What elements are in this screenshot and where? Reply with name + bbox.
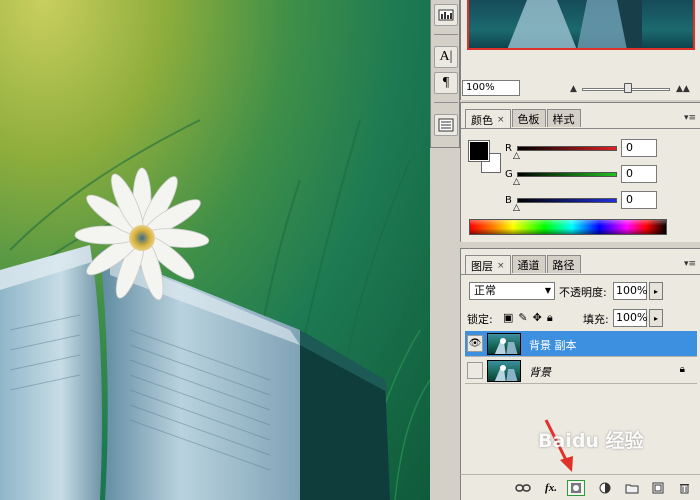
zoom-out-icon[interactable]: ▲ <box>570 84 577 94</box>
lock-image-icon[interactable]: ✎ <box>518 311 527 325</box>
close-icon[interactable]: × <box>497 115 505 125</box>
adjustment-layer-icon[interactable] <box>595 480 615 496</box>
separator <box>434 34 458 35</box>
blend-mode-value: 正常 <box>474 284 496 297</box>
lock-icon: 🔒︎ <box>679 364 685 375</box>
layer-row[interactable]: 背景 🔒︎ <box>465 358 697 384</box>
panel-menu-icon[interactable]: ▾≡ <box>684 113 696 123</box>
channel-r-label: R <box>505 143 512 154</box>
channel-g-slider[interactable] <box>517 172 617 177</box>
opacity-label: 不透明度: <box>559 286 607 299</box>
lock-all-icon[interactable]: 🔒︎ <box>547 311 553 325</box>
tab-label: 路径 <box>552 258 575 272</box>
photo-artwork <box>0 119 430 500</box>
fill-arrow-icon[interactable]: ▸ <box>649 309 663 327</box>
tab-channels[interactable]: 通道 <box>511 255 546 273</box>
channel-b-slider[interactable] <box>517 198 617 203</box>
channel-b-value[interactable]: 0 <box>621 191 657 209</box>
tab-layers[interactable]: 图层 × <box>465 255 511 275</box>
lock-label: 锁定: <box>467 313 493 326</box>
channel-b-label: B <box>505 195 512 206</box>
close-icon[interactable]: × <box>497 261 505 271</box>
channel-r-slider[interactable] <box>517 146 617 151</box>
fx-icon[interactable]: fx. <box>541 480 561 496</box>
layer-thumbnail <box>487 360 521 382</box>
tab-styles[interactable]: 样式 <box>546 109 581 127</box>
navigator-zoom-field[interactable]: 100% <box>462 80 520 96</box>
lock-position-icon[interactable]: ✥ <box>533 311 542 325</box>
slider-handle-icon[interactable]: △ <box>513 151 520 161</box>
lock-transparent-icon[interactable]: ▣ <box>503 311 513 325</box>
opacity-arrow-icon[interactable]: ▸ <box>649 282 663 300</box>
color-panel: 颜色 × 色板 样式 ▾≡ R △ 0 G △ 0 B △ 0 <box>460 102 700 242</box>
channel-r-value[interactable]: 0 <box>621 139 657 157</box>
channel-g-label: G <box>505 169 513 180</box>
fill-label: 填充: <box>583 313 609 326</box>
divider <box>461 274 700 275</box>
zoom-in-icon[interactable]: ▲▲ <box>676 84 690 94</box>
divider <box>461 128 700 129</box>
tab-label: 色板 <box>517 112 540 126</box>
fill-field[interactable]: 100% <box>613 309 647 327</box>
blend-mode-select[interactable]: 正常 ▼ <box>469 282 555 300</box>
visibility-eye-icon[interactable]: 👁︎ <box>467 335 483 352</box>
layer-name[interactable]: 背景 副本 <box>529 337 577 353</box>
layer-thumbnail <box>487 333 521 355</box>
chevron-down-icon: ▼ <box>544 286 551 295</box>
navigator-view-box[interactable] <box>467 0 695 50</box>
tab-label: 图层 <box>471 259 493 273</box>
panel-dock-strip: A| ¶ <box>430 0 460 148</box>
panel-menu-icon[interactable]: ▾≡ <box>684 259 696 269</box>
color-spectrum-bar[interactable] <box>469 219 667 235</box>
opacity-field[interactable]: 100% <box>613 282 647 300</box>
slider-handle-icon[interactable]: △ <box>513 203 520 213</box>
paragraph-icon[interactable]: ¶ <box>434 72 458 94</box>
tab-paths[interactable]: 路径 <box>546 255 581 273</box>
character-icon[interactable]: A| <box>434 46 458 68</box>
layer-row[interactable]: 👁︎ 背景 副本 <box>465 331 697 357</box>
histogram-icon[interactable] <box>434 4 458 26</box>
tab-swatches[interactable]: 色板 <box>511 109 546 127</box>
layers-panel-tabs: 图层 × 通道 路径 <box>465 255 582 275</box>
foreground-color-swatch[interactable] <box>468 140 490 162</box>
lock-options: ▣ ✎ ✥ 🔒︎ <box>503 311 553 325</box>
tab-label: 通道 <box>517 258 540 272</box>
layers-bottom-toolbar: fx. <box>460 474 700 500</box>
color-panel-tabs: 颜色 × 色板 样式 <box>465 109 582 129</box>
visibility-toggle[interactable] <box>467 362 483 379</box>
baidu-watermark: Baidu 经验 <box>538 430 644 452</box>
link-layers-icon[interactable] <box>513 480 533 496</box>
tab-label: 样式 <box>552 112 575 126</box>
slider-handle-icon[interactable]: △ <box>513 177 520 187</box>
new-layer-icon[interactable] <box>649 480 667 496</box>
add-mask-icon[interactable] <box>567 480 585 496</box>
info-panel-icon[interactable] <box>434 114 458 136</box>
channel-g-value[interactable]: 0 <box>621 165 657 183</box>
tab-label: 颜色 <box>471 113 493 127</box>
tab-color[interactable]: 颜色 × <box>465 109 511 129</box>
document-canvas[interactable] <box>0 0 430 500</box>
delete-layer-icon[interactable] <box>675 480 693 496</box>
zoom-slider-handle[interactable] <box>624 83 632 93</box>
new-group-icon[interactable] <box>623 480 641 496</box>
layer-name[interactable]: 背景 <box>529 364 551 380</box>
separator <box>434 102 458 103</box>
